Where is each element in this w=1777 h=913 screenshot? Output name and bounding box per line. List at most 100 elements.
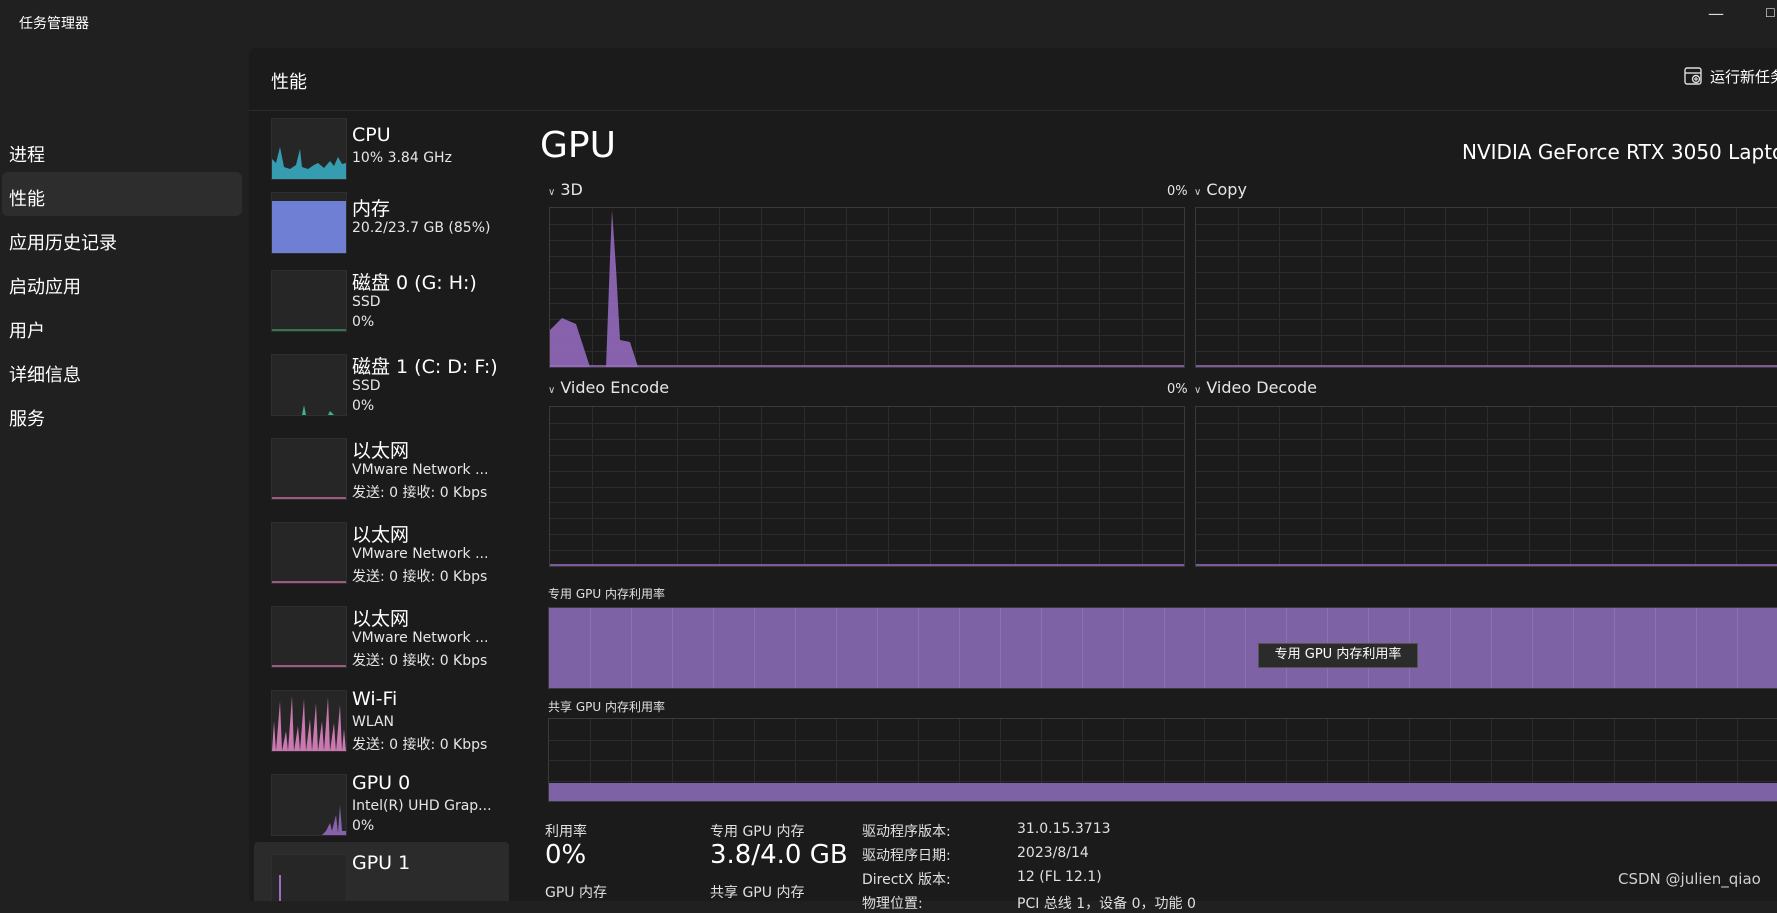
sidebar-item-performance[interactable]: 性能 — [2, 172, 242, 216]
sidebar-item-label: 性能 — [9, 189, 45, 210]
dedicated-memory-graph — [548, 607, 1777, 689]
dedicated-memory-stat-label: 专用 GPU 内存 — [710, 824, 805, 840]
engine-label: Video Encode — [560, 378, 670, 397]
watermark: CSDN @julien_qiao — [1618, 870, 1761, 888]
device-list: CPU 10% 3.84 GHz 内存 20.2/23.7 GB (85%) 磁… — [249, 114, 511, 901]
engine-graph-3d — [549, 207, 1185, 368]
device-item-disk-1[interactable]: 磁盘 1 (C: D: F:) SSD 0% — [254, 342, 509, 420]
page-title: 性能 — [271, 72, 307, 93]
gpu-model-name: NVIDIA GeForce RTX 3050 Laptop — [1462, 140, 1777, 164]
run-task-icon — [1684, 67, 1702, 85]
device-detail: VMware Network ... — [352, 546, 489, 562]
sidebar-item-label: 服务 — [9, 409, 45, 430]
run-task-label: 运行新任务 — [1710, 68, 1777, 86]
device-detail: VMware Network ... — [352, 462, 489, 478]
sidebar-item-details[interactable]: 详细信息 — [2, 348, 242, 392]
driver-date-value: 2023/8/14 — [1017, 845, 1089, 861]
device-usage: 0% — [352, 314, 375, 330]
engine-selector-video-encode[interactable]: ∨ Video Encode — [548, 378, 669, 397]
page-header: 性能 运行新任务 — [249, 48, 1777, 111]
graph-grid — [1196, 208, 1777, 367]
device-usage: 0% — [352, 398, 375, 414]
utilization-label: 利用率 — [545, 824, 587, 840]
sidebar-item-label: 详细信息 — [9, 365, 81, 386]
wifi-thumbnail — [271, 690, 347, 752]
device-item-gpu-0[interactable]: GPU 0 Intel(R) UHD Grap... 0% — [254, 762, 509, 840]
minimize-icon[interactable]: — — [1708, 4, 1724, 23]
device-item-ethernet[interactable]: 以太网 VMware Network ... 发送: 0 接收: 0 Kbps — [254, 426, 509, 504]
title-bar: 任务管理器 — ☐ — [0, 0, 1777, 44]
cpu-thumbnail — [271, 118, 347, 180]
sidebar-item-label: 用户 — [9, 321, 45, 342]
device-detail: Intel(R) UHD Grap... — [352, 798, 492, 814]
maximize-icon[interactable]: ☐ — [1765, 6, 1776, 20]
device-detail: SSD — [352, 378, 381, 394]
device-usage: 发送: 0 接收: 0 Kbps — [352, 653, 488, 669]
directx-version-label: DirectX 版本: — [862, 872, 951, 888]
device-name: 以太网 — [352, 440, 410, 462]
device-item-wifi[interactable]: Wi-Fi WLAN 发送: 0 接收: 0 Kbps — [254, 678, 509, 756]
engine-selector-copy[interactable]: ∨ Copy — [1194, 180, 1247, 199]
sidebar-item-label: 进程 — [9, 145, 45, 166]
graph-grid — [590, 608, 1738, 688]
engine-pct: 0% — [1167, 184, 1188, 199]
device-name: 磁盘 0 (G: H:) — [352, 272, 477, 294]
ethernet-thumbnail — [271, 606, 347, 668]
driver-version-value: 31.0.15.3713 — [1017, 821, 1111, 837]
sidebar-item-users[interactable]: 用户 — [2, 304, 242, 348]
gpu-memory-label: GPU 内存 — [545, 885, 607, 901]
chevron-down-icon: ∨ — [548, 187, 556, 198]
sidebar: 进程 性能 应用历史记录 启动应用 用户 详细信息 服务 — [0, 44, 250, 901]
device-item-disk-0[interactable]: 磁盘 0 (G: H:) SSD 0% — [254, 258, 509, 336]
app-title: 任务管理器 — [19, 16, 89, 32]
engine-label: 3D — [560, 180, 583, 199]
device-detail: 20.2/23.7 GB (85%) — [352, 220, 491, 236]
run-new-task-button[interactable]: 运行新任务 — [1684, 66, 1777, 87]
engine-pct: 0% — [1167, 382, 1188, 397]
device-item-memory[interactable]: 内存 20.2/23.7 GB (85%) — [254, 186, 509, 264]
sidebar-item-label: 启动应用 — [9, 277, 81, 298]
device-name: 以太网 — [352, 524, 410, 546]
device-item-cpu[interactable]: CPU 10% 3.84 GHz — [254, 114, 509, 192]
disk-thumbnail — [271, 354, 347, 416]
sidebar-item-services[interactable]: 服务 — [2, 392, 242, 436]
sidebar-item-processes[interactable]: 进程 — [2, 128, 242, 172]
graph-grid — [550, 407, 1184, 566]
device-item-ethernet[interactable]: 以太网 VMware Network ... 发送: 0 接收: 0 Kbps — [254, 510, 509, 588]
sidebar-item-startup-apps[interactable]: 启动应用 — [2, 260, 242, 304]
directx-version-value: 12 (FL 12.1) — [1017, 869, 1102, 885]
device-usage: 发送: 0 接收: 0 Kbps — [352, 737, 488, 753]
shared-memory-label: 共享 GPU 内存利用率 — [548, 700, 665, 714]
device-name: 磁盘 1 (C: D: F:) — [352, 356, 498, 378]
device-detail: VMware Network ... — [352, 630, 489, 646]
device-detail: SSD — [352, 294, 381, 310]
device-name: GPU 0 — [352, 772, 411, 794]
device-item-ethernet[interactable]: 以太网 VMware Network ... 发送: 0 接收: 0 Kbps — [254, 594, 509, 672]
device-usage: 0% — [352, 818, 375, 834]
sidebar-item-app-history[interactable]: 应用历史记录 — [2, 216, 242, 260]
device-usage: 发送: 0 接收: 0 Kbps — [352, 569, 488, 585]
device-name: 内存 — [352, 198, 391, 220]
gpu-thumbnail — [271, 854, 347, 901]
engine-selector-3d[interactable]: ∨ 3D — [548, 180, 583, 199]
graph-grid — [549, 719, 1777, 801]
chevron-down-icon: ∨ — [1194, 385, 1202, 396]
physical-location-value: PCI 总线 1，设备 0，功能 0 — [1017, 896, 1196, 912]
device-name: 以太网 — [352, 608, 410, 630]
device-name: GPU 1 — [352, 852, 411, 874]
shared-memory-graph — [548, 718, 1777, 802]
graph-grid — [1196, 407, 1777, 566]
detail-title: GPU — [540, 125, 616, 166]
device-name: Wi-Fi — [352, 688, 398, 710]
memory-thumbnail — [271, 192, 347, 254]
engine-graph-video-encode — [549, 406, 1185, 567]
device-detail: 10% 3.84 GHz — [352, 150, 452, 166]
ethernet-thumbnail — [271, 438, 347, 500]
engine-graph-copy — [1195, 207, 1777, 368]
ethernet-thumbnail — [271, 522, 347, 584]
engine-selector-video-decode[interactable]: ∨ Video Decode — [1194, 378, 1317, 397]
engine-label: Copy — [1206, 180, 1247, 199]
device-item-gpu-1[interactable]: GPU 1 — [254, 842, 509, 901]
dedicated-memory-stat-value: 3.8/4.0 GB — [710, 840, 848, 870]
chevron-down-icon: ∨ — [1194, 187, 1202, 198]
